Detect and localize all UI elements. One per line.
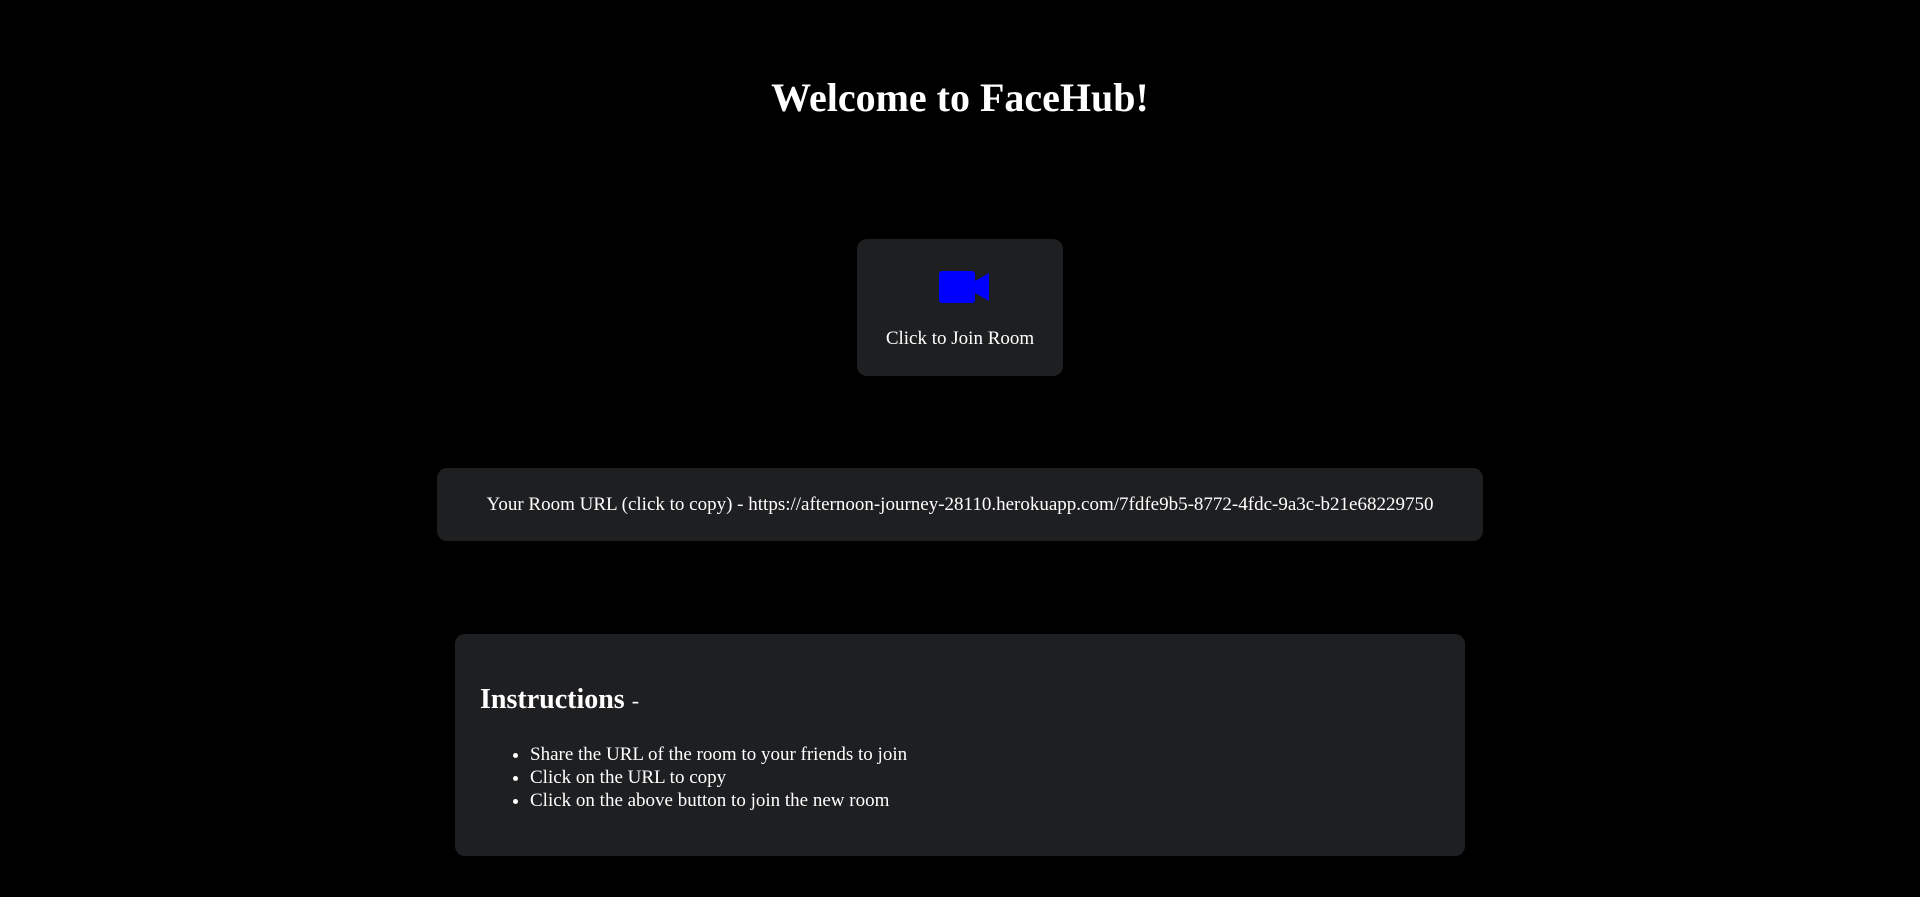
room-url-copy[interactable]: Your Room URL (click to copy) - https://… [437,468,1483,541]
page: Welcome to FaceHub! Click to Join Room Y… [0,0,1920,897]
room-url-text: Your Room URL (click to copy) - https://… [486,493,1434,515]
instructions-heading-dash: - [631,688,640,713]
instructions-list: Share the URL of the room to your friend… [480,743,1440,812]
instructions-heading-text: Instructions [480,684,625,715]
instruction-item: Click on the URL to copy [530,766,1440,789]
video-camera-icon [939,271,989,303]
instruction-item: Click on the above button to join the ne… [530,789,1440,812]
join-room-button[interactable]: Click to Join Room [857,239,1063,376]
page-title: Welcome to FaceHub! [771,75,1149,120]
instruction-item: Share the URL of the room to your friend… [530,743,1440,766]
instructions-heading: Instructions - [480,684,1440,717]
instructions-panel: Instructions - Share the URL of the room… [455,634,1465,856]
join-room-label: Click to Join Room [885,328,1035,349]
